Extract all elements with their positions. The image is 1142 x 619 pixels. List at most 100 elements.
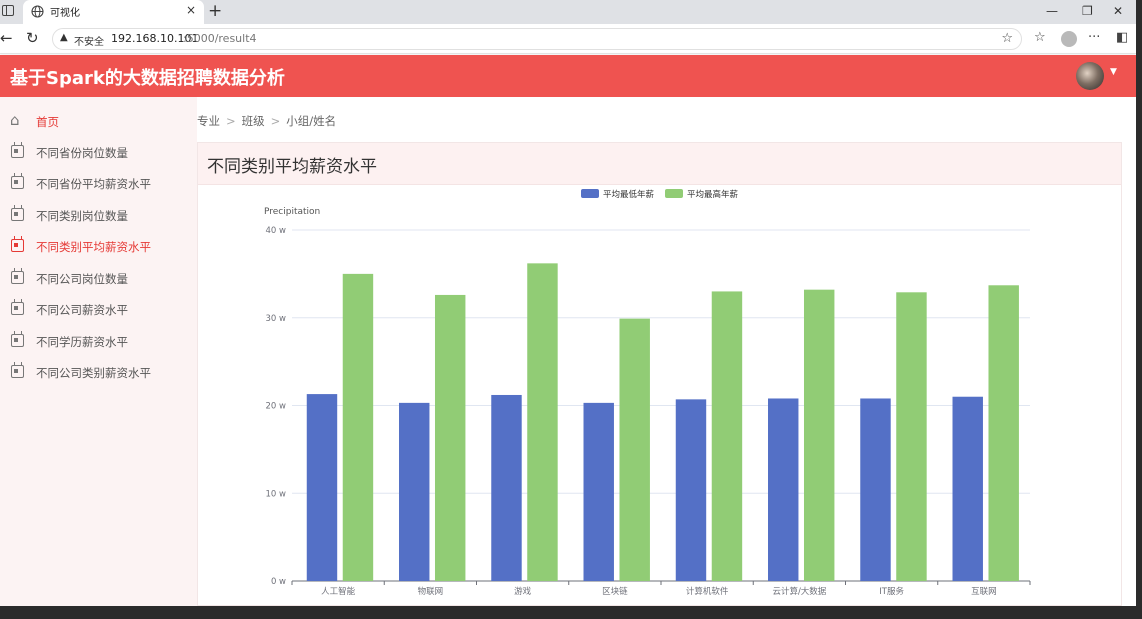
bar[interactable] bbox=[342, 273, 374, 581]
x-tick-label: 区块链 bbox=[602, 586, 628, 597]
bar[interactable] bbox=[675, 399, 707, 581]
breadcrumb-item: 小组/姓名 bbox=[286, 114, 337, 128]
bar[interactable] bbox=[619, 318, 650, 581]
x-tick-label: 人工智能 bbox=[321, 586, 356, 597]
sidebar-item-label: 不同公司薪资水平 bbox=[36, 303, 128, 317]
calendar-icon bbox=[11, 142, 24, 158]
address-bar-row: ← ↻ ▲ 不安全 192.168.10.101 :5000/result4 ☆… bbox=[0, 24, 1136, 54]
new-tab-button[interactable]: + bbox=[208, 1, 222, 21]
globe-icon bbox=[31, 5, 44, 18]
reload-icon[interactable]: ↻ bbox=[26, 29, 39, 47]
sidebar-item-province-salary[interactable]: 不同省份平均薪资水平 bbox=[0, 169, 197, 197]
main-content: 专业 > 班级 > 小组/姓名 不同类别平均薪资水平 平均最低年薪 平均最高年薪 Prec… bbox=[197, 97, 1136, 606]
sidebar-item-education-salary[interactable]: 不同学历薪资水平 bbox=[0, 327, 197, 355]
back-icon[interactable]: ← bbox=[0, 29, 13, 47]
bar[interactable] bbox=[711, 291, 743, 581]
sidebar-item-label: 不同学历薪资水平 bbox=[36, 335, 128, 349]
bar[interactable] bbox=[988, 285, 1019, 581]
x-axis: 人工智能 物联网 游戏 区块链 计算机软件 云计算/大数据 IT服务 互联网 bbox=[291, 581, 1031, 597]
x-tick-label: 云计算/大数据 bbox=[772, 586, 826, 597]
profile-icon[interactable] bbox=[1061, 31, 1077, 47]
minimize-icon[interactable]: — bbox=[1046, 4, 1058, 18]
tab-title: 可视化 bbox=[50, 8, 80, 19]
favorites-icon[interactable]: ☆ bbox=[1034, 30, 1046, 46]
sidebar-item-home[interactable]: ⌂ 首页 bbox=[0, 107, 197, 135]
chart-bars bbox=[306, 263, 1019, 581]
sidebar-item-province-jobs[interactable]: 不同省份岗位数量 bbox=[0, 138, 197, 166]
bar[interactable] bbox=[434, 294, 466, 581]
sidebar-item-label: 不同公司岗位数量 bbox=[36, 272, 128, 286]
browser-window: 可视化 × + — ❐ ✕ ← ↻ ▲ 不安全 192.168.10.101 :… bbox=[0, 0, 1136, 606]
legend-label[interactable]: 平均最高年薪 bbox=[687, 189, 739, 200]
bar[interactable] bbox=[952, 396, 983, 581]
bar[interactable] bbox=[306, 394, 338, 581]
card-header: 不同类别平均薪资水平 bbox=[198, 143, 1121, 185]
sidebar-toggle-icon[interactable] bbox=[2, 5, 14, 16]
calendar-icon bbox=[11, 205, 24, 221]
avatar[interactable] bbox=[1076, 62, 1104, 90]
sidebar-item-company-type-salary[interactable]: 不同公司类别薪资水平 bbox=[0, 358, 197, 386]
sidebar-item-category-salary[interactable]: 不同类别平均薪资水平 bbox=[0, 232, 197, 260]
x-tick-label: 游戏 bbox=[514, 586, 532, 597]
calendar-icon bbox=[11, 173, 24, 189]
legend-swatch[interactable] bbox=[581, 189, 599, 198]
sidebar-item-category-jobs[interactable]: 不同类别岗位数量 bbox=[0, 201, 197, 229]
app-title: 基于Spark的大数据招聘数据分析 bbox=[10, 68, 285, 89]
favorite-star-icon[interactable]: ☆ bbox=[1001, 31, 1013, 46]
calendar-icon bbox=[11, 362, 24, 378]
browser-tab[interactable]: 可视化 × bbox=[23, 0, 204, 24]
bar[interactable] bbox=[491, 394, 522, 581]
x-tick-label: 计算机软件 bbox=[686, 586, 729, 597]
y-tick-label: 20 w bbox=[266, 402, 287, 412]
sidebar-item-label: 不同公司类别薪资水平 bbox=[36, 366, 151, 380]
sidebar-item-label: 首页 bbox=[36, 115, 59, 129]
security-label[interactable]: 不安全 bbox=[74, 33, 104, 48]
tab-strip: 可视化 × + — ❐ ✕ bbox=[0, 0, 1136, 24]
chart-card: 不同类别平均薪资水平 平均最低年薪 平均最高年薪 Precipitation 0 … bbox=[197, 142, 1122, 606]
tab-close-icon[interactable]: × bbox=[186, 3, 196, 17]
y-tick-label: 40 w bbox=[266, 226, 287, 236]
bar[interactable] bbox=[583, 402, 614, 581]
bar[interactable] bbox=[860, 398, 891, 581]
breadcrumb-item[interactable]: 班级 bbox=[242, 114, 265, 128]
card-title: 不同类别平均薪资水平 bbox=[207, 157, 377, 177]
legend-label[interactable]: 平均最低年薪 bbox=[603, 189, 655, 200]
bar-chart: 平均最低年薪 平均最高年薪 Precipitation 0 w 10 w 20 w 30… bbox=[264, 189, 1031, 597]
x-tick-label: IT服务 bbox=[879, 586, 904, 597]
sidebar: ⌂ 首页 不同省份岗位数量 不同省份平均薪资水平 不同类别岗位数量 不同类别平均… bbox=[0, 97, 197, 606]
bar[interactable] bbox=[803, 289, 835, 581]
calendar-icon bbox=[11, 236, 24, 252]
app-header: 基于Spark的大数据招聘数据分析 ▼ bbox=[0, 55, 1136, 97]
window-close-icon[interactable]: ✕ bbox=[1113, 4, 1123, 18]
x-tick-label: 互联网 bbox=[971, 587, 997, 597]
sidebar-item-company-salary[interactable]: 不同公司薪资水平 bbox=[0, 295, 197, 323]
chart-legend[interactable]: 平均最低年薪 平均最高年薪 bbox=[581, 189, 739, 200]
bar[interactable] bbox=[896, 292, 927, 581]
x-tick-label: 物联网 bbox=[418, 586, 444, 597]
bar[interactable] bbox=[399, 402, 430, 581]
breadcrumb-item[interactable]: 专业 bbox=[197, 114, 220, 128]
calendar-icon bbox=[11, 299, 24, 315]
sidebar-panel-icon[interactable]: ◧ bbox=[1116, 30, 1128, 46]
sidebar-item-label: 不同类别岗位数量 bbox=[36, 209, 128, 223]
legend-swatch[interactable] bbox=[665, 189, 683, 198]
sidebar-item-label: 不同省份岗位数量 bbox=[36, 146, 128, 160]
more-menu-icon[interactable]: ··· bbox=[1088, 30, 1100, 46]
sidebar-item-label: 不同省份平均薪资水平 bbox=[36, 177, 151, 191]
calendar-icon bbox=[11, 331, 24, 347]
y-tick-label: 30 w bbox=[266, 314, 287, 324]
chevron-down-icon[interactable]: ▼ bbox=[1110, 67, 1117, 77]
y-tick-label: 0 w bbox=[271, 577, 286, 587]
bar[interactable] bbox=[527, 263, 558, 581]
breadcrumb: 专业 > 班级 > 小组/姓名 bbox=[197, 114, 337, 128]
sidebar-item-company-jobs[interactable]: 不同公司岗位数量 bbox=[0, 264, 197, 292]
sidebar-item-label: 不同类别平均薪资水平 bbox=[36, 240, 151, 254]
url-input[interactable]: ▲ 不安全 192.168.10.101 :5000/result4 ☆ bbox=[52, 28, 1022, 50]
calendar-icon bbox=[11, 268, 24, 284]
restore-icon[interactable]: ❐ bbox=[1082, 4, 1093, 18]
url-path: :5000/result4 bbox=[183, 32, 257, 45]
bar[interactable] bbox=[768, 398, 799, 581]
y-tick-label: 10 w bbox=[266, 489, 287, 499]
y-axis-label: Precipitation bbox=[264, 207, 320, 217]
home-icon: ⌂ bbox=[10, 111, 20, 129]
